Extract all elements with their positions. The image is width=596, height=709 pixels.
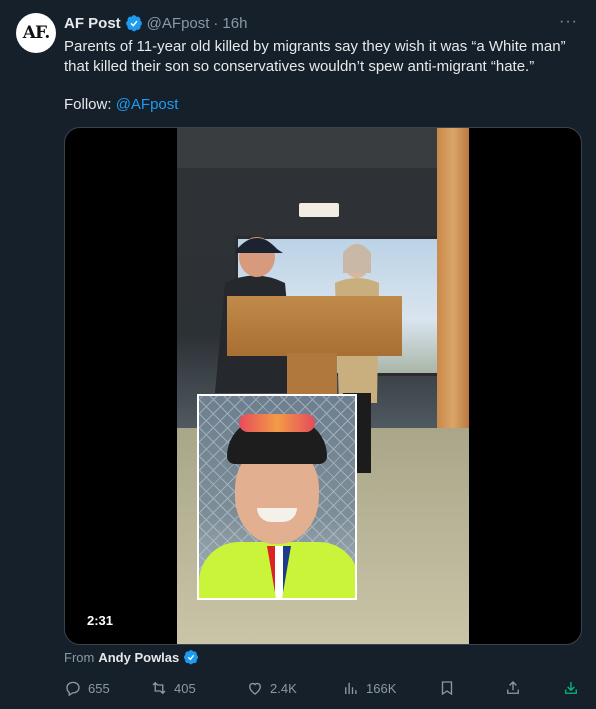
views-button[interactable]: 166K bbox=[342, 676, 396, 700]
download-icon bbox=[565, 682, 577, 694]
follow-line: Follow: @AFpost bbox=[64, 95, 178, 115]
attribution-prefix: From bbox=[64, 649, 95, 665]
separator-dot: · bbox=[213, 14, 219, 32]
inset-photo bbox=[197, 394, 357, 600]
reply-button[interactable]: 655 bbox=[64, 676, 110, 700]
view-count: 166K bbox=[366, 680, 397, 696]
like-count: 2.4K bbox=[270, 680, 297, 696]
author-handle[interactable]: @AFpost bbox=[147, 15, 210, 32]
share-button[interactable] bbox=[504, 676, 522, 700]
podium bbox=[227, 296, 402, 356]
video-player[interactable]: 2:31 bbox=[64, 127, 582, 645]
reply-count: 655 bbox=[88, 680, 110, 696]
like-button[interactable]: 2.4K bbox=[246, 676, 297, 700]
ceiling-light bbox=[299, 203, 339, 217]
sunglasses bbox=[239, 414, 315, 432]
verified-badge-icon bbox=[184, 650, 199, 665]
verified-badge-icon bbox=[125, 15, 142, 32]
avatar[interactable]: AF. bbox=[16, 13, 56, 53]
share-icon bbox=[507, 681, 519, 694]
action-bar: 655 405 2.4K 166K bbox=[56, 676, 586, 700]
repost-count: 405 bbox=[174, 680, 196, 696]
post-time[interactable]: 16h bbox=[222, 15, 247, 32]
download-button[interactable] bbox=[562, 676, 580, 700]
author-name[interactable]: AF Post bbox=[64, 15, 121, 32]
avatar-logo-text: AF. bbox=[22, 23, 50, 43]
more-options-icon[interactable]: ··· bbox=[559, 14, 578, 30]
follow-label: Follow: bbox=[64, 96, 116, 113]
video-attribution: From Andy Powlas bbox=[64, 649, 199, 665]
repost-icon bbox=[152, 681, 166, 695]
bookmark-icon bbox=[441, 681, 453, 696]
bookmark-button[interactable] bbox=[438, 676, 456, 700]
reply-icon bbox=[66, 681, 80, 697]
analytics-icon bbox=[345, 682, 357, 694]
repost-button[interactable]: 405 bbox=[150, 676, 196, 700]
tweet-text: Parents of 11-year old killed by migrant… bbox=[64, 38, 566, 75]
ceiling bbox=[177, 128, 469, 168]
attribution-source[interactable]: Andy Powlas bbox=[98, 650, 179, 665]
heart-icon bbox=[249, 682, 261, 695]
tweet[interactable]: AF. AF Post @AFpost · 16h ··· Parents of… bbox=[0, 0, 596, 709]
tweet-header: AF Post @AFpost · 16h bbox=[64, 13, 247, 33]
follow-handle-link[interactable]: @AFpost bbox=[116, 96, 179, 113]
video-duration: 2:31 bbox=[81, 611, 120, 630]
